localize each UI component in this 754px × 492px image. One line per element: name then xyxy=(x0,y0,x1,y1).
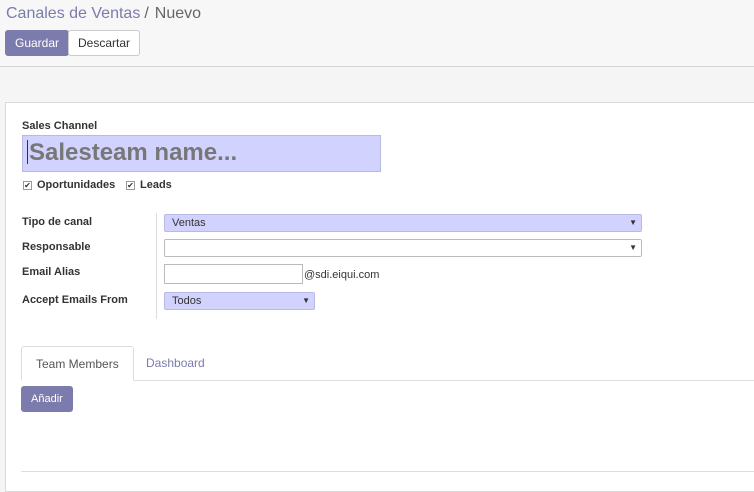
breadcrumb: Canales de Ventas / Nuevo xyxy=(6,4,201,24)
field-group-divider xyxy=(156,213,157,319)
channel-type-value: Ventas xyxy=(172,217,206,229)
leads-label: Leads xyxy=(140,179,172,191)
email-alias-domain: @sdi.eiqui.com xyxy=(304,269,380,281)
save-button[interactable]: Guardar xyxy=(5,30,70,56)
control-panel: Canales de Ventas / Nuevo Guardar Descarta… xyxy=(0,0,754,67)
sales-channel-label: Sales Channel xyxy=(22,120,98,132)
email-alias-label: Email Alias xyxy=(22,266,81,278)
salesteam-name-placeholder: Salesteam name... xyxy=(29,139,238,166)
opportunities-checkbox[interactable]: ✔ xyxy=(23,181,32,190)
breadcrumb-separator: / xyxy=(144,5,149,22)
breadcrumb-current: Nuevo xyxy=(154,5,202,22)
text-cursor xyxy=(27,140,28,164)
chevron-down-icon: ▼ xyxy=(629,243,637,252)
channel-type-label: Tipo de canal xyxy=(22,216,93,228)
breadcrumb-parent-link[interactable]: Canales de Ventas xyxy=(6,5,140,22)
email-alias-input[interactable] xyxy=(164,264,303,284)
responsible-select[interactable]: ▼ xyxy=(164,239,642,257)
salesteam-name-input[interactable]: Salesteam name... xyxy=(22,135,381,172)
chevron-down-icon: ▼ xyxy=(302,296,310,305)
accept-emails-select[interactable]: Todos ▼ xyxy=(164,292,315,310)
responsible-label: Responsable xyxy=(22,241,91,253)
discard-button[interactable]: Descartar xyxy=(68,30,141,56)
accept-emails-value: Todos xyxy=(172,295,202,307)
leads-checkbox[interactable]: ✔ xyxy=(126,181,135,190)
opportunities-label: Oportunidades xyxy=(37,179,116,191)
tab-dashboard[interactable]: Dashboard xyxy=(132,346,219,381)
section-divider xyxy=(21,471,754,472)
form-sheet: Sales Channel Salesteam name... ✔ Oportu… xyxy=(5,102,754,492)
tab-team-members[interactable]: Team Members xyxy=(21,346,134,381)
add-member-button[interactable]: Añadir xyxy=(21,386,73,412)
chevron-down-icon: ▼ xyxy=(629,218,637,227)
accept-emails-label: Accept Emails From xyxy=(22,294,128,306)
channel-type-select[interactable]: Ventas ▼ xyxy=(164,214,642,232)
